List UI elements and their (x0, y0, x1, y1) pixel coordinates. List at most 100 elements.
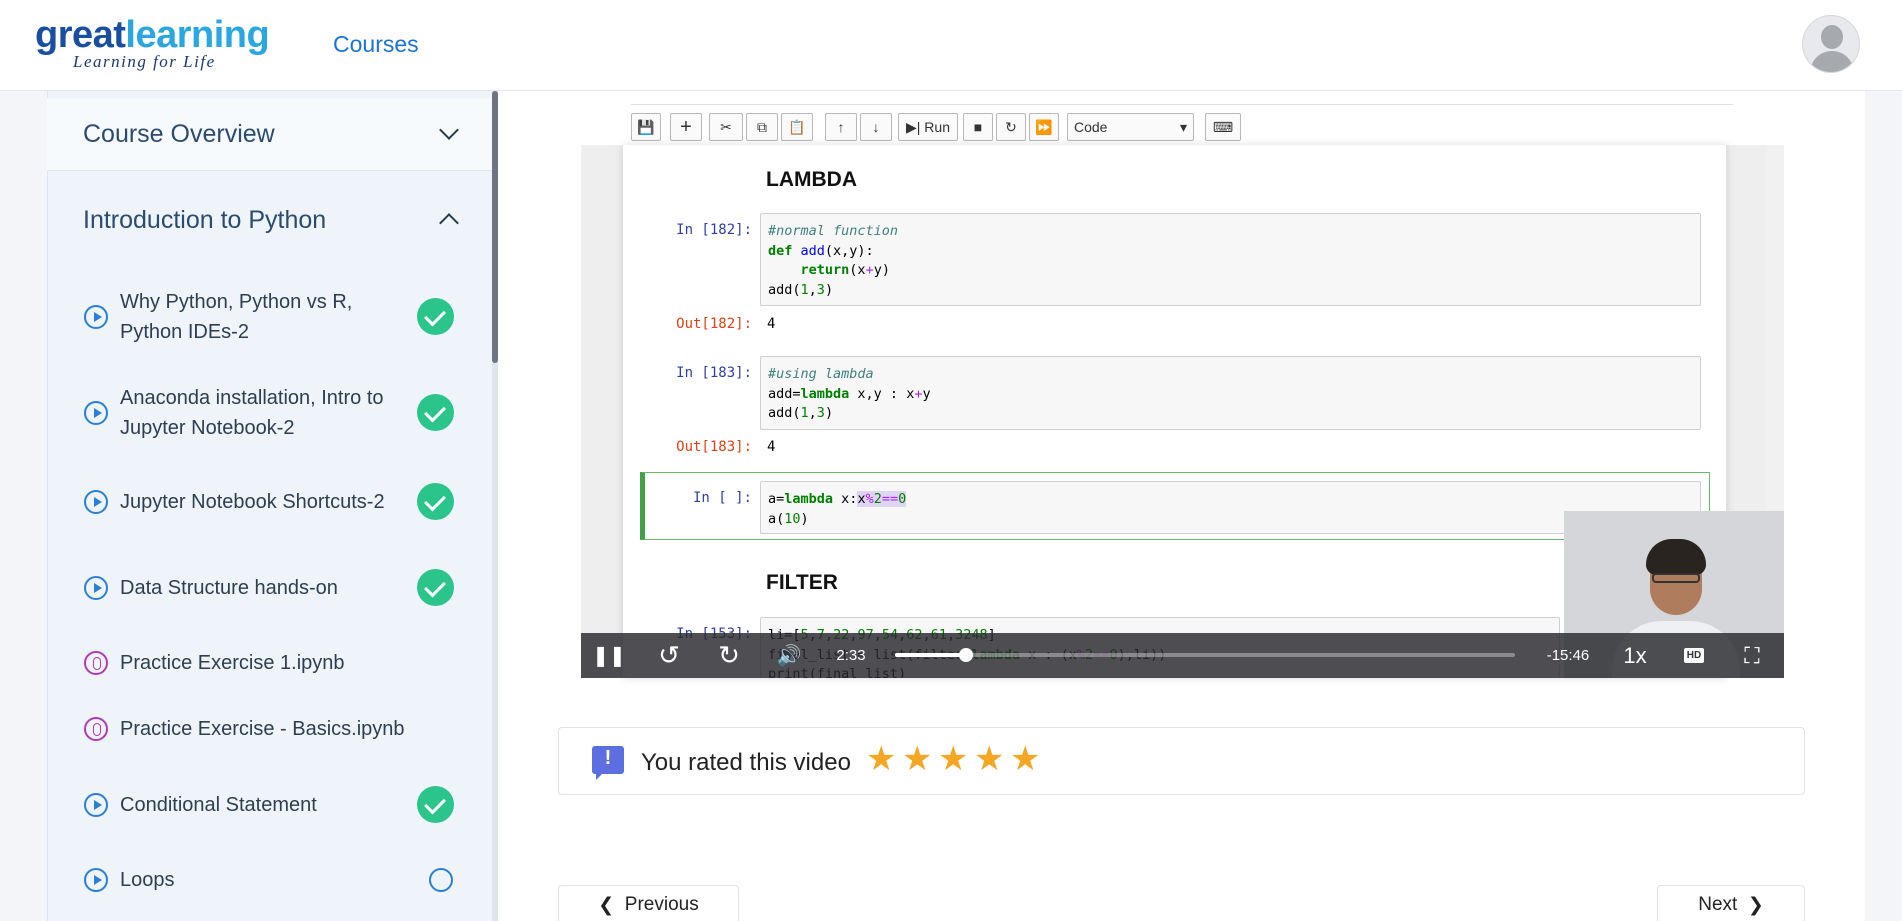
sidebar-item-label: Data Structure hands-on (120, 577, 338, 599)
run-label: Run (924, 119, 950, 135)
sidebar-item-label: Loops (120, 869, 175, 891)
sidebar-item-data-structure[interactable]: Data Structure hands-on (84, 569, 464, 606)
presenter-hair (1646, 539, 1706, 575)
save-icon: 💾 (631, 113, 661, 141)
move-down-icon: ↓ (860, 113, 892, 141)
cell-type-select: Code ▾ (1067, 113, 1194, 141)
forward-icon[interactable]: ↻ (711, 633, 747, 678)
fast-forward-icon: ⏩ (1029, 113, 1059, 141)
play-circle-icon (84, 868, 108, 892)
feedback-icon (592, 746, 624, 780)
sidebar-item-label: Conditional Statement (120, 794, 317, 816)
progress-bar[interactable] (895, 648, 1515, 662)
play-circle-icon (84, 793, 108, 817)
volume-icon[interactable]: 🔊 (771, 633, 807, 678)
dropdown-arrow-icon: ▾ (1179, 118, 1187, 135)
cell-prompt: In [ ]: (692, 490, 752, 506)
chevron-right-icon: ❯ (1737, 894, 1764, 916)
previous-button[interactable]: ❮ Previous (558, 885, 739, 921)
sidebar-item-anaconda-installation[interactable]: Anaconda installation, Intro to Jupyter … (84, 383, 464, 443)
cut-icon: ✂ (709, 113, 743, 141)
star-icon[interactable]: ★ (938, 742, 972, 776)
pause-icon[interactable]: ❚❚ (591, 633, 627, 678)
play-circle-icon (84, 305, 108, 329)
greatlearning-logo[interactable]: greatlearning Learning for Life (35, 14, 270, 72)
top-header: greatlearning Learning for Life Courses (0, 0, 1902, 91)
next-button[interactable]: Next ❯ (1657, 885, 1805, 921)
heading-lambda: LAMBDA (766, 168, 857, 191)
completed-check-icon (417, 298, 454, 335)
presenter-glasses (1652, 573, 1700, 583)
chevron-left-icon: ❮ (598, 894, 625, 916)
keyboard-icon: ⌨ (1205, 113, 1241, 141)
run-icon: ▶| (906, 118, 925, 135)
attachment-icon (84, 717, 108, 741)
chevron-down-icon (439, 120, 459, 140)
cell-prompt: In [182]: (676, 222, 752, 238)
avatar-head (1821, 25, 1843, 49)
rewind-icon[interactable]: ↺ (651, 633, 687, 678)
attachment-icon (84, 651, 108, 675)
logo-great: great (35, 14, 126, 56)
star-icon[interactable]: ★ (902, 742, 936, 776)
sidebar-item-label: Why Python, Python vs R, Python IDEs-2 (120, 291, 353, 343)
sidebar-item-practice-exercise-1[interactable]: Practice Exercise 1.ipynb (84, 647, 464, 679)
paste-icon: 📋 (781, 113, 813, 141)
code-cell: a=lambda x:x%2==0 a(10) (760, 481, 1701, 534)
completed-check-icon (417, 483, 454, 520)
play-circle-icon (84, 490, 108, 514)
sidebar-item-label: Practice Exercise 1.ipynb (120, 652, 345, 674)
heading-filter: FILTER (766, 571, 838, 594)
cell-out-prompt: Out[182]: (676, 316, 752, 332)
cell-output: 4 (767, 316, 776, 332)
chevron-up-icon (439, 213, 459, 233)
add-cell-icon: + (670, 113, 702, 141)
user-avatar[interactable] (1802, 15, 1860, 73)
completed-check-icon (417, 786, 454, 823)
cell-out-prompt: Out[183]: (676, 439, 752, 455)
run-button: ▶| Run (898, 113, 958, 141)
sidebar-item-label: Jupyter Notebook Shortcuts-2 (120, 491, 385, 513)
playback-speed[interactable]: 1x (1617, 633, 1653, 678)
star-icon[interactable]: ★ (866, 742, 900, 776)
remaining-time: -15:46 (1546, 647, 1590, 664)
current-time: 2:33 (836, 647, 866, 664)
sidebar-item-practice-exercise-basics[interactable]: Practice Exercise - Basics.ipynb (84, 713, 464, 745)
sidebar-item-conditional-statement[interactable]: Conditional Statement (84, 786, 464, 823)
copy-icon: ⧉ (746, 113, 778, 141)
cell-type-value: Code (1074, 119, 1108, 135)
section-title: Course Overview (83, 119, 275, 148)
cell-output: 4 (767, 439, 776, 455)
jupyter-menu-strip (631, 91, 1733, 105)
code-cell: #normal function def add(x,y): return(x+… (760, 213, 1701, 306)
sidebar-item-jupyter-shortcuts[interactable]: Jupyter Notebook Shortcuts-2 (84, 483, 464, 520)
play-circle-icon (84, 576, 108, 600)
logo-learning: learning (125, 14, 270, 56)
section-course-overview[interactable]: Course Overview (47, 98, 492, 171)
restart-icon: ↻ (996, 113, 1026, 141)
sidebar-item-label: Anaconda installation, Intro to Jupyter … (120, 387, 384, 439)
star-icon[interactable]: ★ (974, 742, 1008, 776)
incomplete-circle-icon (429, 868, 453, 892)
next-label: Next (1698, 894, 1738, 915)
hd-quality-icon[interactable]: HD (1679, 633, 1709, 678)
rating-text: You rated this video (641, 749, 851, 776)
avatar-body (1810, 51, 1854, 72)
fullscreen-icon[interactable]: ⛶ (1736, 633, 1768, 678)
completed-check-icon (417, 394, 454, 431)
progress-fill (895, 653, 967, 657)
completed-check-icon (417, 569, 454, 606)
section-introduction-to-python[interactable]: Introduction to Python (47, 185, 492, 255)
play-circle-icon (84, 401, 108, 425)
cell-prompt: In [183]: (676, 365, 752, 381)
star-icon[interactable]: ★ (1010, 742, 1044, 776)
sidebar-item-loops[interactable]: Loops (84, 864, 464, 896)
section-title: Introduction to Python (83, 205, 327, 234)
move-up-icon: ↑ (825, 113, 857, 141)
nav-courses-link[interactable]: Courses (333, 31, 419, 58)
stop-icon: ■ (963, 113, 993, 141)
code-cell: #using lambda add=lambda x,y : x+y add(1… (760, 356, 1701, 430)
previous-label: Previous (624, 894, 699, 915)
sidebar-item-why-python[interactable]: Why Python, Python vs R, Python IDEs-2 (84, 287, 464, 347)
sidebar-item-label: Practice Exercise - Basics.ipynb (120, 718, 405, 740)
